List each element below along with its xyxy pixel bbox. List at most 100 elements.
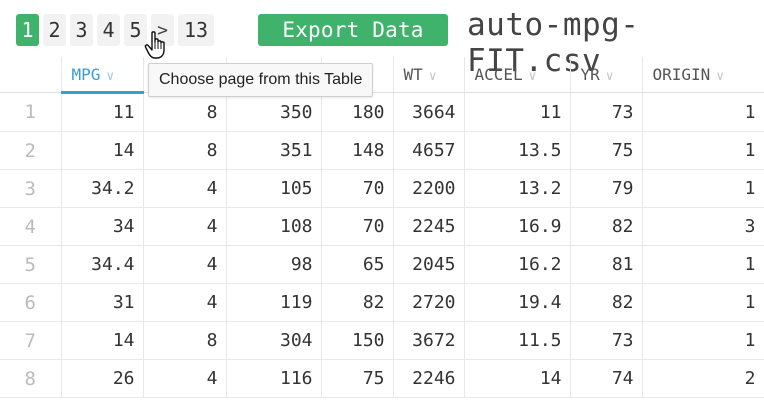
table-row: 4 34 4 108 70 2245 16.9 82 3	[0, 207, 764, 246]
column-header-label: ACCEL	[474, 65, 523, 84]
table-body: 1 11 8 350 180 3664 11 73 1 2 14 8 351 148 4657 13.5 75 1…	[0, 92, 764, 398]
cell-cyl: 8	[143, 131, 227, 170]
table-row: 6 31 4 119 82 2720 19.4 82 1	[0, 283, 764, 322]
row-number: 1	[0, 92, 62, 132]
page-tooltip: Choose page from this Table	[148, 63, 374, 97]
page-button-2[interactable]: 2	[43, 14, 66, 46]
cell-accel: 14	[464, 359, 571, 398]
row-number-header	[0, 57, 62, 93]
table-row: 8 26 4 116 75 2246 14 74 2	[0, 359, 764, 398]
cell-accel: 11.5	[464, 321, 571, 360]
cell-yr: 79	[570, 169, 643, 208]
table-header-row: MPG ∨ WT ∨ ACCEL ∨ YR ∨ ORIGIN ∨	[0, 57, 764, 94]
cell-yr: 81	[570, 245, 643, 284]
cell-disp: 119	[226, 283, 322, 322]
row-number: 2	[0, 131, 62, 170]
cell-hp: 150	[321, 321, 394, 360]
cell-accel: 19.4	[464, 283, 571, 322]
cell-wt: 3664	[393, 92, 465, 132]
cell-wt: 2245	[393, 207, 465, 246]
last-page-button[interactable]: 13	[178, 14, 215, 46]
chevron-down-icon[interactable]: ∨	[429, 69, 437, 84]
cell-origin: 1	[642, 283, 764, 322]
pagination: 1 2 3 4 5 > 13	[16, 14, 215, 46]
chevron-down-icon[interactable]: ∨	[529, 69, 537, 84]
cell-hp: 148	[321, 131, 394, 170]
cell-cyl: 4	[143, 207, 227, 246]
cell-wt: 2720	[393, 283, 465, 322]
cell-cyl: 8	[143, 92, 227, 132]
page-button-1[interactable]: 1	[16, 14, 39, 46]
cell-accel: 16.9	[464, 207, 571, 246]
column-header-mpg[interactable]: MPG ∨	[61, 57, 144, 94]
cell-disp: 105	[226, 169, 322, 208]
row-number: 6	[0, 283, 62, 322]
chevron-down-icon[interactable]: ∨	[606, 69, 614, 84]
cell-disp: 98	[226, 245, 322, 284]
cell-origin: 1	[642, 245, 764, 284]
cell-hp: 180	[321, 92, 394, 132]
cell-disp: 351	[226, 131, 322, 170]
column-header-label: MPG	[71, 64, 101, 84]
cell-cyl: 8	[143, 321, 227, 360]
row-number: 7	[0, 321, 62, 360]
cell-accel: 16.2	[464, 245, 571, 284]
toolbar: 1 2 3 4 5 > 13 Export Data auto-mpg-FIT.…	[0, 0, 764, 79]
cell-mpg: 14	[61, 321, 144, 360]
cell-yr: 74	[570, 359, 643, 398]
column-header-origin[interactable]: ORIGIN ∨	[642, 57, 764, 93]
cell-hp: 82	[321, 283, 394, 322]
cell-hp: 75	[321, 359, 394, 398]
column-header-label: ORIGIN	[652, 65, 711, 84]
column-header-wt[interactable]: WT ∨	[393, 57, 465, 93]
cell-hp: 70	[321, 207, 394, 246]
chevron-down-icon[interactable]: ∨	[716, 69, 724, 84]
table-row: 3 34.2 4 105 70 2200 13.2 79 1	[0, 169, 764, 208]
cell-origin: 2	[642, 359, 764, 398]
data-table: MPG ∨ WT ∨ ACCEL ∨ YR ∨ ORIGIN ∨ 1 11 8 350 180 36…	[0, 57, 764, 398]
cell-origin: 1	[642, 131, 764, 170]
row-number: 5	[0, 245, 62, 284]
cell-yr: 82	[570, 207, 643, 246]
cell-cyl: 4	[143, 283, 227, 322]
cell-origin: 1	[642, 92, 764, 132]
cell-wt: 2200	[393, 169, 465, 208]
cell-cyl: 4	[143, 359, 227, 398]
column-header-yr[interactable]: YR ∨	[570, 57, 643, 93]
cell-mpg: 26	[61, 359, 144, 398]
chevron-down-icon[interactable]: ∨	[106, 69, 114, 84]
cell-disp: 350	[226, 92, 322, 132]
cell-mpg: 34.4	[61, 245, 144, 284]
row-number: 4	[0, 207, 62, 246]
column-header-label: WT	[403, 65, 423, 84]
hand-pointer-icon	[144, 30, 170, 64]
page-button-4[interactable]: 4	[97, 14, 120, 46]
cell-wt: 3672	[393, 321, 465, 360]
cell-wt: 4657	[393, 131, 465, 170]
row-number: 3	[0, 169, 62, 208]
cell-yr: 73	[570, 92, 643, 132]
cell-yr: 82	[570, 283, 643, 322]
cell-origin: 1	[642, 321, 764, 360]
cell-mpg: 11	[61, 92, 144, 132]
table-row: 2 14 8 351 148 4657 13.5 75 1	[0, 131, 764, 170]
export-data-button[interactable]: Export Data	[258, 14, 448, 46]
page-button-3[interactable]: 3	[70, 14, 93, 46]
cell-origin: 3	[642, 207, 764, 246]
table-row: 1 11 8 350 180 3664 11 73 1	[0, 92, 764, 132]
cell-mpg: 14	[61, 131, 144, 170]
cell-mpg: 31	[61, 283, 144, 322]
cell-wt: 2246	[393, 359, 465, 398]
cell-mpg: 34	[61, 207, 144, 246]
cell-mpg: 34.2	[61, 169, 144, 208]
cell-cyl: 4	[143, 169, 227, 208]
column-header-accel[interactable]: ACCEL ∨	[464, 57, 571, 93]
cell-accel: 13.5	[464, 131, 571, 170]
cell-wt: 2045	[393, 245, 465, 284]
cell-origin: 1	[642, 169, 764, 208]
cell-disp: 108	[226, 207, 322, 246]
row-number: 8	[0, 359, 62, 398]
cell-hp: 70	[321, 169, 394, 208]
cell-accel: 11	[464, 92, 571, 132]
column-header-label: YR	[580, 65, 600, 84]
